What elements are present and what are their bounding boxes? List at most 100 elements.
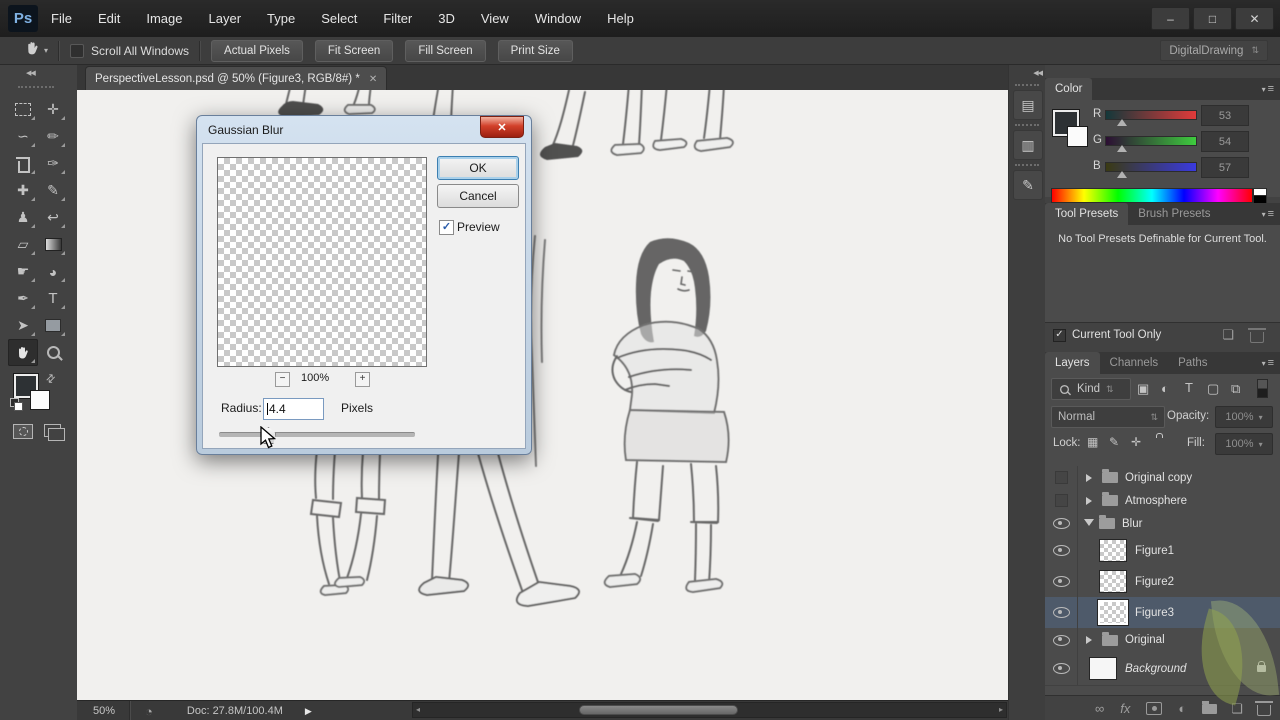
layer-thumbnail[interactable]	[1100, 540, 1126, 561]
brush-tool[interactable]: ✎	[38, 177, 68, 204]
tab-layers[interactable]: Layers	[1045, 352, 1100, 374]
preview-zoom-out-button[interactable]: −	[275, 372, 290, 387]
menu-3d[interactable]: 3D	[425, 1, 468, 37]
scroll-left-icon[interactable]: ◂	[416, 706, 420, 714]
visibility-toggle[interactable]	[1045, 535, 1078, 566]
menu-type[interactable]: Type	[254, 1, 308, 37]
eyedropper-tool[interactable]: ✑	[38, 150, 68, 177]
healing-brush-tool[interactable]: ✚	[8, 177, 38, 204]
menu-image[interactable]: Image	[133, 1, 195, 37]
document-tab[interactable]: PerspectiveLesson.psd @ 50% (Figure3, RG…	[85, 66, 388, 91]
rectangle-tool[interactable]	[38, 312, 68, 339]
new-preset-icon[interactable]: ❏	[1222, 327, 1234, 343]
move-tool[interactable]: ✛	[38, 96, 68, 123]
history-brush-tool[interactable]: ↩	[38, 204, 68, 231]
color-panel-menu-icon[interactable]: ▾ ≡	[1262, 78, 1280, 100]
preview-zoom-in-button[interactable]: +	[355, 372, 370, 387]
crop-tool[interactable]	[8, 150, 38, 177]
layer-thumbnail[interactable]	[1100, 571, 1126, 592]
opacity-value[interactable]: 100% ▾	[1215, 406, 1273, 428]
blend-mode-select[interactable]: Normal ⇅	[1051, 406, 1165, 428]
zoom-tool[interactable]	[38, 339, 68, 366]
clone-stamp-tool[interactable]: ♟	[8, 204, 38, 231]
fill-screen-button[interactable]: Fill Screen	[405, 39, 486, 62]
radius-slider-track[interactable]	[219, 432, 415, 437]
brush-panel-icon[interactable]: ✎	[1013, 170, 1043, 200]
layer-thumbnail[interactable]	[1100, 602, 1126, 623]
filter-shape-icon[interactable]: ▢	[1207, 381, 1219, 397]
layer-row-original-copy[interactable]: Original copy	[1045, 466, 1280, 490]
menu-layer[interactable]: Layer	[196, 1, 255, 37]
tab-tool-presets[interactable]: Tool Presets	[1045, 203, 1129, 225]
dodge-tool[interactable]: ◕	[38, 258, 68, 285]
tab-brush-presets[interactable]: Brush Presets	[1128, 203, 1220, 225]
color-background-swatch[interactable]	[1067, 126, 1088, 147]
rectangular-marquee-tool[interactable]	[8, 96, 38, 123]
menu-view[interactable]: View	[468, 1, 522, 37]
swap-colors-icon[interactable]: ⇄	[43, 371, 58, 386]
visibility-toggle[interactable]	[1045, 628, 1078, 652]
lasso-tool[interactable]: ∽	[8, 123, 38, 150]
presets-panel-menu-icon[interactable]: ▾ ≡	[1262, 203, 1280, 225]
tool-options-caret-icon[interactable]: ▾	[44, 46, 48, 55]
background-color-swatch[interactable]	[30, 390, 50, 410]
visibility-toggle[interactable]	[1045, 566, 1078, 597]
collapse-tools-icon[interactable]: ◀◀	[26, 69, 36, 77]
filter-pixel-icon[interactable]: ▣	[1137, 381, 1149, 397]
expand-panels-icon[interactable]: ◀◀	[1033, 69, 1043, 77]
filter-type-icon[interactable]: T	[1185, 380, 1193, 395]
filter-toggle[interactable]	[1257, 379, 1268, 398]
eraser-tool[interactable]: ▱	[8, 231, 38, 258]
close-button[interactable]: ✕	[1235, 7, 1274, 30]
collapse-arrow-icon[interactable]	[1084, 518, 1094, 531]
visibility-toggle[interactable]	[1045, 466, 1078, 489]
layer-filter-kind-select[interactable]: Kind ⇅	[1051, 378, 1131, 400]
tab-channels[interactable]: Channels	[1100, 352, 1169, 374]
zoom-level[interactable]: 50%	[93, 705, 115, 717]
lock-transparency-icon[interactable]: ▦	[1087, 435, 1098, 449]
green-slider-thumb[interactable]	[1117, 145, 1127, 152]
layer-row-atmosphere[interactable]: Atmosphere	[1045, 489, 1280, 513]
layer-row-figure1[interactable]: Figure1	[1045, 535, 1280, 567]
add-mask-icon[interactable]	[1146, 702, 1163, 715]
smudge-tool[interactable]: ☛	[8, 258, 38, 285]
print-size-button[interactable]: Print Size	[497, 39, 573, 62]
red-slider-thumb[interactable]	[1117, 119, 1127, 126]
visibility-toggle[interactable]	[1045, 512, 1078, 535]
actual-pixels-button[interactable]: Actual Pixels	[211, 39, 303, 62]
menu-window[interactable]: Window	[522, 1, 594, 37]
document-size-info[interactable]: Doc: 27.8M/100.4M	[187, 705, 283, 717]
green-value[interactable]: 54	[1201, 131, 1249, 152]
new-group-icon[interactable]	[1202, 700, 1218, 714]
expand-arrow-icon[interactable]	[1086, 636, 1096, 644]
current-tool-only-checkbox[interactable]: ✓	[1053, 328, 1066, 342]
toolbar-grip[interactable]	[18, 86, 54, 88]
visibility-toggle[interactable]	[1045, 652, 1078, 685]
clone-source-panel-icon[interactable]: ▥	[1013, 130, 1043, 160]
ok-button[interactable]: OK	[437, 156, 519, 180]
layer-row-blur[interactable]: Blur	[1045, 512, 1280, 536]
history-panel-icon[interactable]: ▤	[1013, 90, 1043, 120]
layer-thumbnail[interactable]	[1090, 658, 1116, 679]
radius-input[interactable]: 4.4	[263, 398, 324, 420]
tab-paths[interactable]: Paths	[1168, 352, 1217, 374]
layer-style-fx-icon[interactable]: fx	[1120, 701, 1130, 716]
layer-row-figure2[interactable]: Figure2	[1045, 566, 1280, 598]
tab-close-icon[interactable]: ✕	[369, 74, 377, 85]
pen-tool[interactable]: ✒	[8, 285, 38, 312]
status-flyout-icon[interactable]: ▶	[305, 706, 312, 717]
lock-pixels-icon[interactable]: ✎	[1109, 435, 1119, 449]
blue-slider-thumb[interactable]	[1117, 171, 1127, 178]
visibility-toggle[interactable]	[1045, 489, 1078, 512]
expand-arrow-icon[interactable]	[1086, 473, 1096, 482]
screen-mode-button[interactable]	[44, 424, 65, 441]
menu-help[interactable]: Help	[594, 1, 647, 37]
delete-preset-icon[interactable]	[1248, 327, 1266, 343]
cancel-button[interactable]: Cancel	[437, 184, 519, 208]
blur-preview-thumbnail[interactable]	[217, 157, 427, 367]
horizontal-scrollbar-thumb[interactable]	[579, 705, 738, 715]
blue-value[interactable]: 57	[1201, 157, 1249, 178]
color-spectrum-ramp[interactable]	[1051, 188, 1253, 203]
visibility-toggle[interactable]	[1045, 597, 1078, 628]
gradient-tool[interactable]	[38, 231, 68, 258]
